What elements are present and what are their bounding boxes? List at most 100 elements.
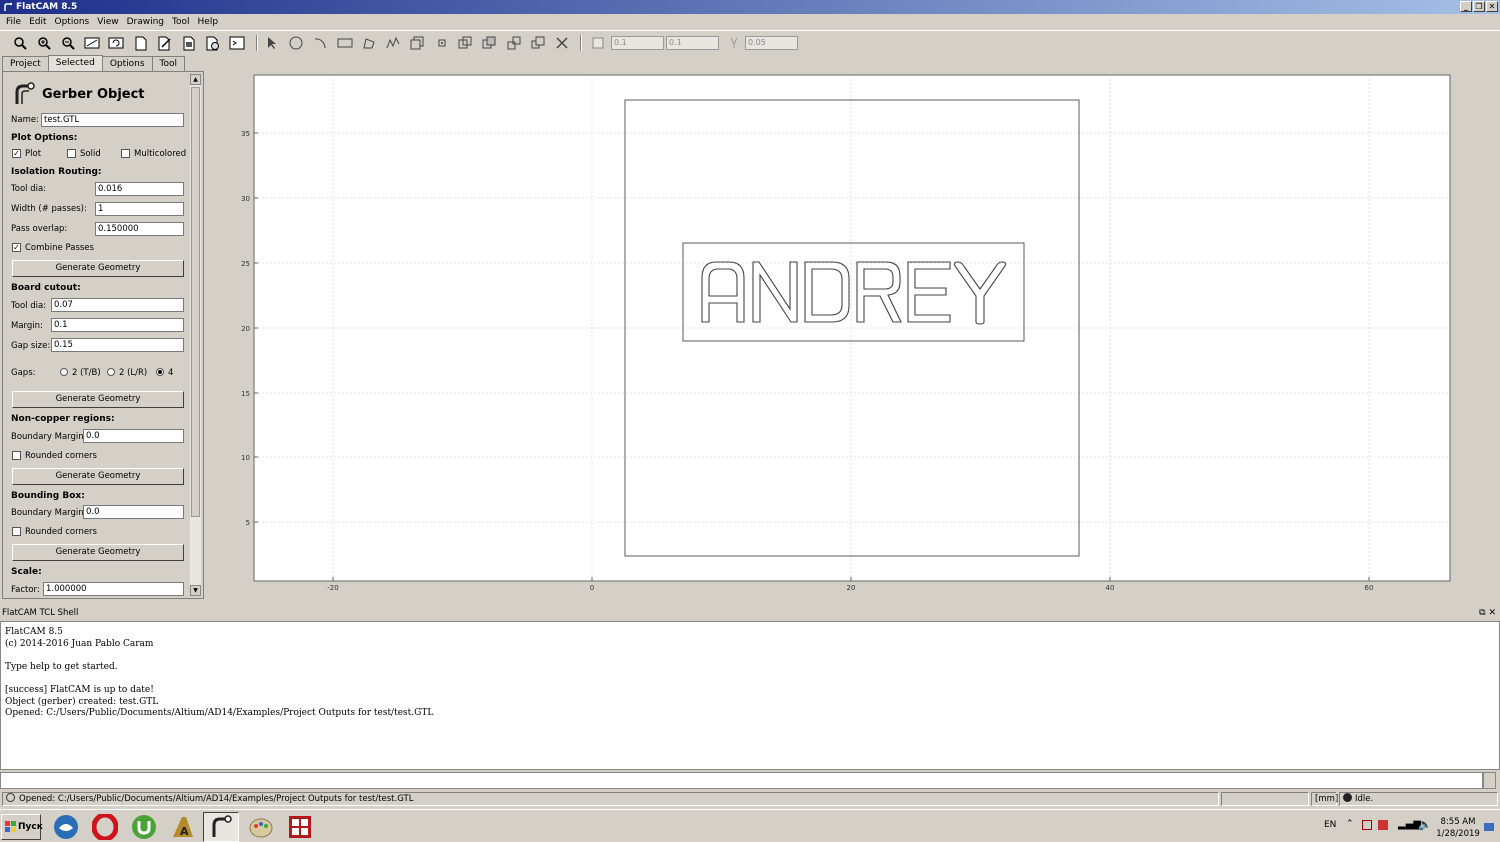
update-geometry-icon[interactable] [180, 34, 198, 52]
multicolored-checkbox[interactable] [121, 149, 130, 158]
tab-project[interactable]: Project [2, 56, 49, 71]
menu-tool[interactable]: Tool [168, 17, 193, 27]
plot-canvas-area[interactable]: -20 0 20 40 60 35 30 25 20 15 10 5 [208, 56, 1498, 601]
taskbar-app-utorrent[interactable] [126, 812, 162, 842]
panel-scrollbar[interactable]: ▲ ▼ [190, 74, 201, 596]
iso-tool-dia-input[interactable]: 0.016 [95, 182, 184, 196]
clear-plot-icon[interactable] [83, 34, 101, 52]
delete-icon[interactable] [204, 34, 222, 52]
minimize-button[interactable]: _ [1460, 1, 1472, 12]
menu-help[interactable]: Help [194, 17, 223, 27]
tab-tool[interactable]: Tool [151, 56, 186, 71]
arc-icon[interactable] [311, 34, 329, 52]
zoom-out-icon[interactable] [59, 34, 77, 52]
snap-max-input[interactable]: 0.05 [745, 36, 798, 50]
iso-overlap-input[interactable]: 0.150000 [95, 222, 184, 236]
x-tick-label: 40 [1106, 584, 1115, 592]
name-input[interactable]: test.GTL [41, 113, 184, 127]
combine-passes-checkbox[interactable]: ✓ [12, 243, 21, 252]
menu-options[interactable]: Options [51, 17, 94, 27]
taskbar-app-flatcam[interactable] [203, 812, 239, 842]
plot-canvas[interactable]: -20 0 20 40 60 35 30 25 20 15 10 5 [208, 56, 1498, 601]
grid-x-input[interactable]: 0.1 [611, 36, 664, 50]
solid-checkbox[interactable] [67, 149, 76, 158]
polygon-icon[interactable] [360, 34, 378, 52]
menu-file[interactable]: File [2, 17, 25, 27]
bb-margin-input[interactable]: 0.0 [83, 505, 184, 519]
menu-edit[interactable]: Edit [25, 17, 50, 27]
start-button[interactable]: Пуск [1, 814, 43, 840]
nc-margin-input[interactable]: 0.0 [83, 429, 184, 443]
paint-icon [249, 818, 273, 838]
tray-flag-icon[interactable] [1362, 820, 1372, 830]
close-icon[interactable] [553, 34, 571, 52]
circle-icon[interactable] [287, 34, 305, 52]
shell-command-input[interactable] [0, 772, 1483, 789]
move-icon[interactable] [408, 34, 426, 52]
shell-input-scrollbar[interactable] [1483, 772, 1496, 789]
taskbar-app-thunderbird[interactable] [48, 812, 84, 842]
menu-drawing[interactable]: Drawing [123, 17, 168, 27]
gaps-radio-lr[interactable] [107, 368, 115, 376]
taskbar-app-windows[interactable] [282, 812, 318, 842]
cut-margin-label: Margin: [11, 321, 43, 331]
iso-width-input[interactable]: 1 [95, 202, 184, 216]
nc-rounded-label: Rounded corners [25, 451, 97, 461]
zoom-in-icon[interactable] [35, 34, 53, 52]
menu-view[interactable]: View [93, 17, 122, 27]
factor-input[interactable]: 1.000000 [43, 582, 184, 596]
close-window-button[interactable]: ✕ [1486, 1, 1498, 12]
tray-volume-icon[interactable]: 🔈 [1418, 818, 1432, 831]
bb-rounded-checkbox[interactable] [12, 527, 21, 536]
start-label: Пуск [18, 822, 43, 832]
select-icon[interactable] [263, 34, 281, 52]
gaps-radio-4[interactable] [156, 368, 164, 376]
scroll-down-icon[interactable]: ▼ [190, 585, 201, 596]
show-desktop-icon[interactable] [1484, 823, 1494, 831]
cut-tool-dia-input[interactable]: 0.07 [51, 298, 184, 312]
iso-generate-geometry-button[interactable]: Generate Geometry [12, 260, 184, 277]
new-geometry-icon[interactable] [132, 34, 150, 52]
grid-y-input[interactable]: 0.1 [666, 36, 719, 50]
tray-expand-icon[interactable]: ⌃ [1346, 819, 1354, 829]
tray-clock[interactable]: 8:55 AM 1/28/2019 [1434, 816, 1482, 840]
shell-close-icon[interactable]: ✕ [1488, 608, 1496, 618]
zoom-fit-icon[interactable] [11, 34, 29, 52]
scroll-thumb[interactable] [191, 87, 200, 517]
subtract-icon[interactable] [505, 34, 523, 52]
path-icon[interactable] [384, 34, 402, 52]
bbox-generate-geometry-button[interactable]: Generate Geometry [12, 544, 184, 561]
gaps-label: Gaps: [11, 368, 36, 378]
shell-icon[interactable] [228, 34, 246, 52]
scroll-up-icon[interactable]: ▲ [190, 74, 201, 85]
cutout-generate-geometry-button[interactable]: Generate Geometry [12, 391, 184, 408]
grid-snap-icon[interactable] [589, 34, 607, 52]
taskbar-app-altium[interactable]: A [165, 812, 201, 842]
shell-float-icon[interactable]: ⧉ [1479, 608, 1485, 618]
plot-checkbox[interactable]: ✓ [12, 149, 21, 158]
taskbar-app-opera[interactable] [87, 812, 123, 842]
replot-icon[interactable] [107, 34, 125, 52]
taskbar-app-paint[interactable] [243, 812, 279, 842]
intersection-icon[interactable] [480, 34, 498, 52]
tab-selected[interactable]: Selected [47, 55, 103, 71]
snap-max-icon[interactable] [725, 34, 743, 52]
shell-output[interactable]: FlatCAM 8.5 (c) 2014-2016 Juan Pablo Car… [0, 621, 1500, 770]
nc-rounded-checkbox[interactable] [12, 451, 21, 460]
tab-options[interactable]: Options [101, 56, 153, 71]
cut-margin-input[interactable]: 0.1 [51, 318, 184, 332]
y-tick-label: 25 [241, 260, 250, 268]
copy-icon[interactable] [433, 34, 451, 52]
cut-icon[interactable] [529, 34, 547, 52]
noncopper-generate-geometry-button[interactable]: Generate Geometry [12, 468, 184, 485]
status-message-cell: Opened: C:/Users/Public/Documents/Altium… [2, 792, 1219, 806]
rectangle-icon[interactable] [336, 34, 354, 52]
language-indicator[interactable]: EN [1324, 820, 1336, 830]
tray-security-icon[interactable] [1378, 820, 1388, 830]
union-icon[interactable] [456, 34, 474, 52]
gaps-radio-tb[interactable] [60, 368, 68, 376]
restore-button[interactable]: ❐ [1473, 1, 1485, 12]
edit-geometry-icon[interactable] [156, 34, 174, 52]
cut-gap-input[interactable]: 0.15 [51, 338, 184, 352]
